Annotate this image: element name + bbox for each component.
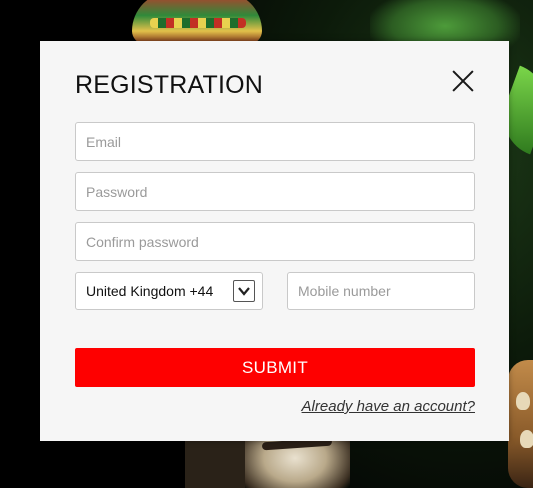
background-shadow (185, 440, 245, 488)
country-code-select[interactable]: United Kingdom +44 (75, 272, 263, 310)
background-tiger-paw (508, 360, 533, 488)
background-sombrero-band (150, 18, 246, 28)
mobile-number-field-container (287, 272, 475, 310)
confirm-password-field[interactable] (76, 223, 474, 260)
password-field[interactable] (76, 173, 474, 210)
email-field[interactable] (76, 123, 474, 160)
modal-title: REGISTRATION (75, 71, 264, 99)
background-claw (520, 430, 533, 448)
chevron-down-icon[interactable] (233, 280, 255, 302)
password-field-container (75, 172, 475, 211)
login-link[interactable]: Already have an account? (302, 398, 475, 415)
close-icon[interactable] (451, 69, 475, 93)
mobile-number-field[interactable] (288, 273, 474, 309)
background-claw (516, 392, 530, 410)
confirm-password-field-container (75, 222, 475, 261)
submit-button[interactable]: SUBMIT (75, 348, 475, 387)
registration-modal: REGISTRATION United Kingdom +44 SUBMIT A… (40, 41, 509, 441)
country-code-value: United Kingdom +44 (86, 283, 214, 299)
email-field-container (75, 122, 475, 161)
